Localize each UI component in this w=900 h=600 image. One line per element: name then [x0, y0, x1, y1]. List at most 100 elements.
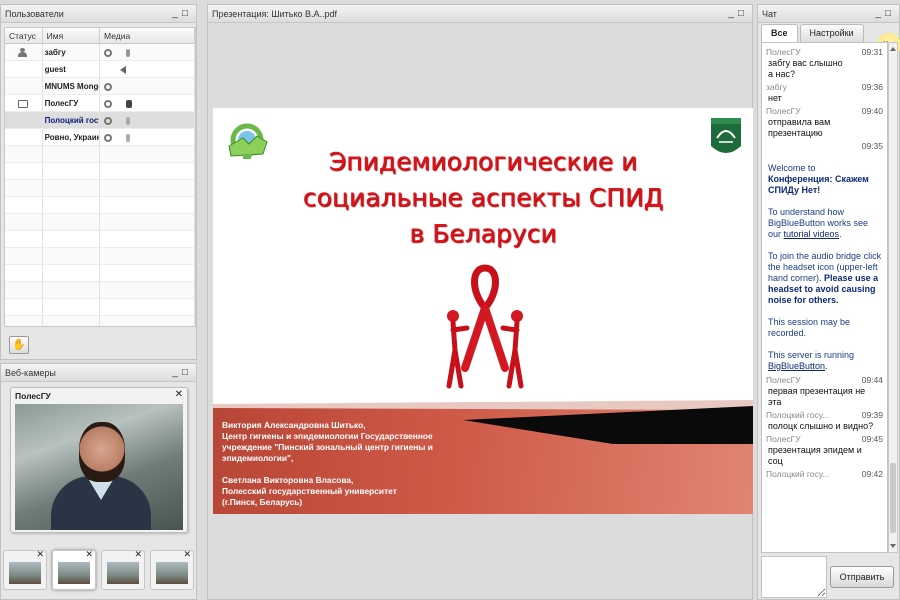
message-time: 09:36 — [861, 82, 883, 92]
users-title: Пользователи — [5, 9, 64, 19]
user-row[interactable]: MNUMS Mongolia — [5, 78, 195, 95]
send-button[interactable]: Отправить — [830, 566, 894, 588]
scroll-up-icon[interactable] — [890, 47, 896, 51]
webcam-thumbnail[interactable]: ✕ — [150, 549, 194, 590]
speaker-icon[interactable] — [120, 65, 127, 74]
user-media — [100, 44, 195, 60]
tab-settings[interactable]: Настройки — [799, 24, 864, 42]
message-sender: ПолесГУ — [766, 106, 801, 116]
raise-hand-button[interactable]: ✋ — [9, 336, 29, 354]
presentation-slide[interactable]: Эпидемиологические и социальные аспекты … — [213, 108, 753, 514]
webcams-panel: Веб-камеры _□ ПолесГУ ✕ ✕ ✕ ✕ ✕ — [0, 363, 197, 600]
message-time: 09:42 — [861, 469, 883, 479]
microphone-muted-icon[interactable] — [126, 133, 131, 142]
user-row[interactable]: Ровно, Украина — [5, 129, 195, 146]
message-sender: Полоцкий госу... — [766, 469, 830, 479]
scroll-down-icon[interactable] — [890, 544, 896, 548]
webcam-icon[interactable] — [104, 82, 113, 91]
chat-scrollbar[interactable] — [888, 42, 898, 553]
microphone-muted-icon[interactable] — [126, 116, 131, 125]
user-row[interactable]: Полоцкий госу — [5, 112, 195, 129]
chat-tabs: Все Настройки — [761, 24, 866, 42]
user-name: забгу — [43, 44, 101, 60]
webcam-icon[interactable] — [104, 99, 113, 108]
user-name: Ровно, Украина — [43, 129, 101, 145]
webcam-thumbnail[interactable]: ✕ — [101, 549, 145, 590]
close-icon[interactable]: ✕ — [183, 549, 191, 560]
user-name: MNUMS Mongolia — [43, 78, 101, 94]
webcam-video — [15, 404, 183, 530]
microphone-active-icon[interactable] — [126, 99, 133, 108]
presentation-panel: Презентация: Шитько В.А..pdf _□ Эпидемио… — [207, 4, 753, 600]
chat-message: ПолесГУ 09:44 первая презентация не эта — [766, 375, 883, 408]
chat-message: ПолесГУ 09:40 отправила вам презентацию 09:3… — [766, 106, 883, 152]
webcam-window[interactable]: ПолесГУ ✕ — [10, 387, 188, 533]
message-text: отправила вам — [768, 117, 831, 127]
header-media[interactable]: Медиа — [100, 28, 195, 43]
empty-row — [5, 282, 195, 299]
close-icon[interactable]: ✕ — [36, 549, 44, 560]
maximize-button[interactable]: □ — [885, 8, 895, 19]
user-status — [5, 112, 43, 128]
message-text: нет — [768, 93, 782, 103]
webcam-icon[interactable] — [104, 133, 113, 142]
tutorial-videos-link[interactable]: tutorial videos — [784, 229, 840, 239]
user-row[interactable]: guest — [5, 61, 195, 78]
user-name: guest — [43, 61, 101, 77]
close-icon[interactable]: ✕ — [85, 549, 93, 560]
webcam-thumbnail[interactable]: ✕ — [3, 549, 47, 590]
webcam-icon[interactable] — [104, 48, 113, 57]
red-ribbon-figures-icon — [446, 264, 524, 389]
webcams-panel-title: Веб-камеры _□ — [1, 364, 196, 382]
maximize-button[interactable]: □ — [182, 8, 192, 19]
slide-title: Эпидемиологические и социальные аспекты … — [213, 144, 753, 252]
webcam-thumbnail[interactable]: ✕ — [52, 549, 96, 590]
message-time: 09:44 — [861, 375, 883, 385]
maximize-button[interactable]: □ — [738, 8, 748, 19]
webcam-thumbnails: ✕ ✕ ✕ ✕ — [3, 549, 196, 594]
minimize-button[interactable]: _ — [728, 8, 738, 19]
user-row[interactable]: ПолесГУ — [5, 95, 195, 112]
chat-message: Полоцкий госу... 09:39 полоцк слышно и вид… — [766, 410, 883, 432]
minimize-button[interactable]: _ — [875, 8, 885, 19]
message-sender: ПолесГУ — [766, 375, 801, 385]
chat-input[interactable] — [761, 556, 827, 598]
message-text: соц — [768, 456, 783, 466]
webcam-icon[interactable] — [104, 116, 113, 125]
scroll-thumb[interactable] — [890, 463, 896, 533]
message-text: первая презентация не — [768, 386, 866, 396]
microphone-icon[interactable] — [126, 48, 131, 57]
user-name: ПолесГУ — [43, 95, 101, 111]
header-name[interactable]: Имя — [43, 28, 101, 43]
header-status[interactable]: Статус — [5, 28, 43, 43]
message-sender: забгу — [766, 82, 787, 92]
presentation-panel-title: Презентация: Шитько В.А..pdf _□ — [208, 5, 752, 23]
close-icon[interactable]: ✕ — [175, 389, 183, 400]
user-media — [100, 61, 195, 77]
minimize-button[interactable]: _ — [172, 8, 182, 19]
maximize-button[interactable]: □ — [182, 367, 192, 378]
message-time: 09:39 — [861, 410, 883, 420]
tab-all[interactable]: Все — [761, 24, 798, 42]
minimize-button[interactable]: _ — [172, 367, 182, 378]
user-media — [100, 95, 195, 111]
chat-message: забгу 09:36 нет — [766, 82, 883, 104]
close-icon[interactable]: ✕ — [134, 549, 142, 560]
chat-title: Чат — [762, 9, 777, 19]
message-time: 09:31 — [861, 47, 883, 57]
presenter-icon — [18, 99, 28, 108]
message-text: а нас? — [768, 69, 795, 79]
empty-row — [5, 197, 195, 214]
message-text: эта — [768, 397, 782, 407]
users-table-header: Статус Имя Медиа — [5, 28, 195, 44]
message-time: 09:40 — [861, 106, 883, 116]
user-status — [5, 44, 43, 60]
user-row[interactable]: забгу — [5, 44, 195, 61]
chat-message: ПолесГУ 09:45 презентация эпидем и соц — [766, 434, 883, 467]
bigbluebutton-link[interactable]: BigBlueButton — [768, 361, 825, 371]
message-sender: ПолесГУ — [766, 47, 801, 57]
message-text: презентация эпидем и — [768, 445, 862, 455]
user-status — [5, 129, 43, 145]
users-panel-title: Пользователи _□ — [1, 5, 196, 23]
users-panel: Пользователи _□ Статус Имя Медиа забгу gu… — [0, 4, 197, 360]
